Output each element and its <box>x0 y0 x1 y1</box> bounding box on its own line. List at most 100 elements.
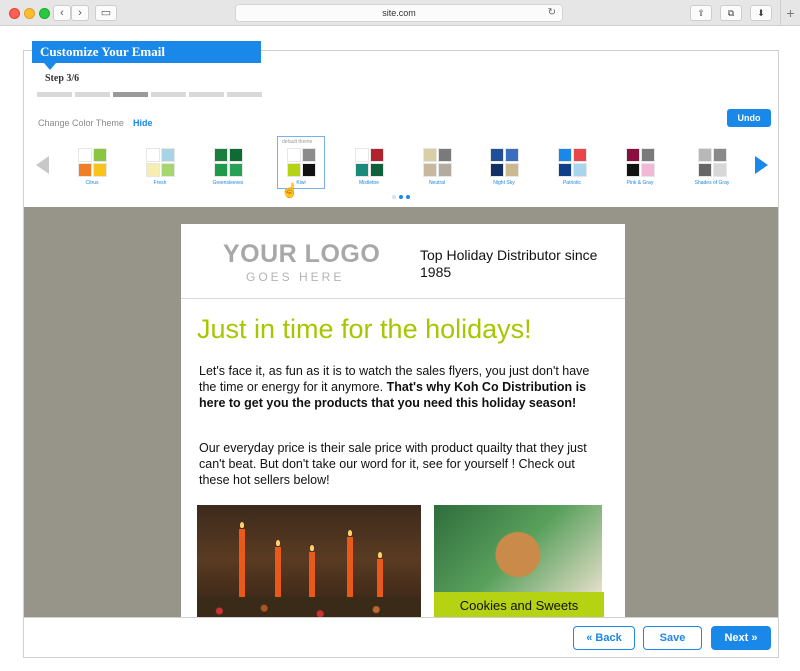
step-progress-bar <box>37 92 262 97</box>
swatch-color <box>504 148 519 162</box>
swatch-color <box>369 163 384 177</box>
cookie-product-image[interactable] <box>434 505 602 595</box>
theme-swatch-fresh[interactable]: Fresh <box>136 145 184 191</box>
step-indicator: Step 3/6 <box>45 73 80 84</box>
banner-pointer <box>44 63 56 70</box>
swatch-color <box>489 148 504 162</box>
theme-name-label: Shades of Gray <box>694 180 730 186</box>
hand-cursor-icon: ☝ <box>281 182 299 198</box>
theme-name-label: Patriotic <box>562 180 582 186</box>
back-button[interactable]: « Back <box>573 626 635 650</box>
theme-name-label: Fresh <box>153 180 167 186</box>
back-nav-icon[interactable]: ‹ <box>53 5 71 21</box>
berry-decoration <box>197 597 421 617</box>
flame <box>348 530 352 536</box>
page-dot[interactable] <box>392 195 396 199</box>
swatch-color <box>301 163 316 177</box>
swatch-color <box>572 163 587 177</box>
candles-product-image[interactable] <box>197 505 421 617</box>
swatch-color <box>228 163 243 177</box>
header-divider <box>181 298 625 299</box>
hide-themes-link[interactable]: Hide <box>133 118 153 128</box>
swatch-color <box>145 148 160 162</box>
swatch-color <box>572 148 587 162</box>
progress-segment <box>227 92 262 97</box>
product-caption[interactable]: Cookies and Sweets <box>434 592 604 617</box>
next-themes-arrow-icon[interactable] <box>755 156 768 174</box>
flame <box>240 522 244 528</box>
email-tagline[interactable]: Top Holiday Distributor since 1985 <box>420 247 610 281</box>
theme-swatch-shades-of-gray[interactable]: Shades of Gray <box>688 145 736 191</box>
progress-segment <box>75 92 110 97</box>
theme-swatch-night-sky[interactable]: Night Sky <box>480 145 528 191</box>
swatch-color <box>301 148 316 162</box>
email-canvas: YOUR LOGO GOES HERE Top Holiday Distribu… <box>181 224 625 617</box>
swatch-color <box>92 148 107 162</box>
swatch-color <box>712 163 727 177</box>
new-tab-icon[interactable]: + <box>780 0 800 26</box>
default-theme-tag: default theme <box>282 139 313 145</box>
swatch-color-grid <box>422 148 452 177</box>
swatch-color <box>145 163 160 177</box>
email-headline[interactable]: Just in time for the holidays! <box>197 314 532 345</box>
theme-page-dots <box>392 195 410 199</box>
email-wizard: Customize Your Email Step 3/6 Change Col… <box>23 41 779 658</box>
tabs-icon[interactable]: ⧉ <box>720 5 742 21</box>
theme-swatch-citrus[interactable]: Citrus <box>68 145 116 191</box>
maximize-window-button[interactable] <box>39 8 50 19</box>
swatch-color-grid <box>697 148 727 177</box>
progress-segment <box>151 92 186 97</box>
swatch-color <box>697 148 712 162</box>
swatch-color <box>213 163 228 177</box>
candle <box>239 529 245 607</box>
theme-swatch-mistletoe[interactable]: Mistletoe <box>345 145 393 191</box>
swatch-color <box>369 148 384 162</box>
swatch-color <box>422 163 437 177</box>
theme-swatch-patriotic[interactable]: Patriotic <box>548 145 596 191</box>
save-button[interactable]: Save <box>643 626 702 650</box>
theme-swatch-neutral[interactable]: Neutral <box>413 145 461 191</box>
swatch-color <box>354 148 369 162</box>
undo-button[interactable]: Undo <box>727 109 771 127</box>
swatch-color <box>354 163 369 177</box>
next-button[interactable]: Next » <box>711 626 771 650</box>
swatch-color <box>77 148 92 162</box>
swatch-color <box>625 163 640 177</box>
url-text: site.com <box>382 8 416 18</box>
previous-themes-arrow-icon[interactable] <box>36 156 49 174</box>
close-window-button[interactable] <box>9 8 20 19</box>
swatch-color-grid <box>213 148 243 177</box>
swatch-color <box>160 163 175 177</box>
theme-name-label: Night Sky <box>493 180 515 186</box>
browser-toolbar: ‹ › ▭ site.com ↻ ⇪ ⧉ ⬇ + <box>0 0 800 26</box>
swatch-color <box>160 148 175 162</box>
download-icon[interactable]: ⬇ <box>750 5 772 21</box>
theme-name-label: Citrus <box>85 180 99 186</box>
address-bar[interactable]: site.com ↻ <box>235 4 563 22</box>
page-dot[interactable] <box>406 195 410 199</box>
email-paragraph-2[interactable]: Our everyday price is their sale price w… <box>199 440 599 488</box>
email-preview-area: YOUR LOGO GOES HERE Top Holiday Distribu… <box>24 207 778 617</box>
wizard-title: Customize Your Email <box>32 41 261 63</box>
swatch-color-grid <box>557 148 587 177</box>
swatch-color <box>422 148 437 162</box>
reload-icon[interactable]: ↻ <box>548 5 556 21</box>
swatch-color-grid <box>354 148 384 177</box>
logo-placeholder-main[interactable]: YOUR LOGO <box>223 240 380 269</box>
theme-name-label: Neutral <box>428 180 446 186</box>
swatch-color-grid <box>286 148 316 177</box>
forward-nav-icon[interactable]: › <box>71 5 89 21</box>
sidebar-icon[interactable]: ▭ <box>95 5 117 21</box>
theme-swatch-pink-gray[interactable]: Pink & Gray <box>616 145 664 191</box>
email-paragraph-1[interactable]: Let's face it, as fun as it is to watch … <box>199 363 599 411</box>
page-dot[interactable] <box>399 195 403 199</box>
flame <box>310 545 314 551</box>
swatch-color <box>437 163 452 177</box>
progress-segment <box>113 92 148 97</box>
swatch-color <box>504 163 519 177</box>
share-icon[interactable]: ⇪ <box>690 5 712 21</box>
theme-swatch-greensleeves[interactable]: Greensleeves <box>204 145 252 191</box>
logo-placeholder-sub[interactable]: GOES HERE <box>246 270 344 284</box>
swatch-color-grid <box>625 148 655 177</box>
minimize-window-button[interactable] <box>24 8 35 19</box>
